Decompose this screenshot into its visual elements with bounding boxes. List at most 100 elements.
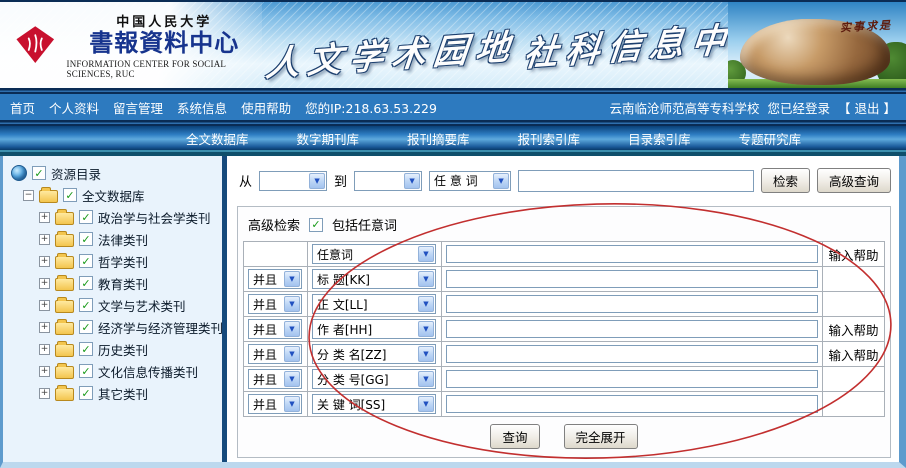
tree-item-label[interactable]: 其它类刊	[98, 384, 148, 403]
folder-icon	[55, 234, 74, 247]
operator-select[interactable]: 并且 ▼	[248, 294, 302, 314]
from-year-select[interactable]: ▼	[259, 171, 327, 191]
field-select[interactable]: 正 文[LL] ▼	[312, 294, 436, 314]
tab-digital-journal-db[interactable]: 数字期刊库	[297, 129, 360, 148]
expand-icon[interactable]: +	[39, 388, 50, 399]
ruc-book-logo-icon	[14, 20, 57, 70]
expand-icon[interactable]: +	[39, 278, 50, 289]
tree-root-label[interactable]: 资源目录	[51, 164, 101, 183]
input-help-link[interactable]: 输入帮助	[823, 342, 885, 367]
checkbox[interactable]: ✓	[79, 276, 93, 290]
tab-fulltext-db[interactable]: 全文数据库	[186, 129, 249, 148]
tree-item-label[interactable]: 政治学与社会学类刊	[98, 208, 211, 227]
field-value-input[interactable]	[446, 270, 818, 288]
checkbox[interactable]: ✓	[79, 364, 93, 378]
field-select[interactable]: 分 类 名[ZZ] ▼	[312, 344, 436, 364]
expand-icon[interactable]: +	[39, 256, 50, 267]
tree-item-row[interactable]: + ✓ 哲学类刊	[9, 250, 222, 272]
tree-item-row[interactable]: + ✓ 经济学与经济管理类刊	[9, 316, 222, 338]
field-value-input[interactable]	[446, 345, 818, 363]
advanced-query-button[interactable]: 高级查询	[817, 168, 891, 193]
check-icon: ✓	[81, 278, 90, 289]
operator-select[interactable]: 并且 ▼	[248, 344, 302, 364]
checkbox[interactable]: ✓	[63, 188, 77, 202]
tree-item-label[interactable]: 历史类刊	[98, 340, 148, 359]
field-select[interactable]: 关 键 词[SS] ▼	[312, 394, 436, 414]
tree-item-label[interactable]: 法律类刊	[98, 230, 148, 249]
checkbox[interactable]: ✓	[79, 232, 93, 246]
tab-index-db[interactable]: 报刊索引库	[518, 129, 581, 148]
logout-link[interactable]: 【 退出 】	[838, 98, 896, 117]
field-select[interactable]: 作 者[HH] ▼	[312, 319, 436, 339]
checkbox[interactable]: ✓	[79, 320, 93, 334]
top-nav-bar: 首页 个人资料 留言管理 系统信息 使用帮助 您的IP:218.63.53.22…	[0, 94, 906, 120]
nav-profile[interactable]: 个人资料	[49, 98, 99, 117]
tree-parent-row[interactable]: − ✓ 全文数据库	[9, 184, 222, 206]
field-value-input[interactable]	[446, 370, 818, 388]
search-button[interactable]: 检索	[761, 168, 810, 193]
tree-item-row[interactable]: + ✓ 文化信息传播类刊	[9, 360, 222, 382]
tree-parent-label[interactable]: 全文数据库	[82, 186, 145, 205]
checkbox[interactable]: ✓	[79, 386, 93, 400]
expand-icon[interactable]: +	[39, 234, 50, 245]
nav-system-info[interactable]: 系统信息	[177, 98, 227, 117]
include-anyword-checkbox[interactable]: ✓	[309, 218, 323, 232]
checkbox[interactable]: ✓	[79, 254, 93, 268]
nav-help[interactable]: 使用帮助	[241, 98, 291, 117]
field-select[interactable]: 标 题[KK] ▼	[312, 269, 436, 289]
chevron-down-icon: ▼	[418, 321, 434, 337]
expand-icon[interactable]: +	[39, 212, 50, 223]
expand-icon[interactable]: +	[39, 300, 50, 311]
field-select[interactable]: 分 类 号[GG] ▼	[312, 369, 436, 389]
field-value-input[interactable]	[446, 245, 818, 263]
chevron-down-icon: ▼	[284, 271, 300, 287]
tab-catalog-index-db[interactable]: 目录索引库	[628, 129, 691, 148]
quick-search-input[interactable]	[518, 170, 754, 192]
tree-item-row[interactable]: + ✓ 其它类刊	[9, 382, 222, 404]
field-value-input[interactable]	[446, 395, 818, 413]
collapse-icon[interactable]: −	[23, 190, 34, 201]
field-value-input[interactable]	[446, 320, 818, 338]
checkbox[interactable]: ✓	[79, 210, 93, 224]
expand-icon[interactable]: +	[39, 322, 50, 333]
tree-item-row[interactable]: + ✓ 政治学与社会学类刊	[9, 206, 222, 228]
tree-item-row[interactable]: + ✓ 法律类刊	[9, 228, 222, 250]
to-year-select[interactable]: ▼	[354, 171, 422, 191]
expand-all-button[interactable]: 完全展开	[564, 424, 638, 449]
logo-text: 中国人民大学 書報資料中心 INFORMATION CENTER FOR SOC…	[67, 11, 262, 78]
operator-select[interactable]: 并且 ▼	[248, 394, 302, 414]
quick-search-bar: 从 ▼ 到 ▼ 任 意 词 ▼ 检索 高级查询	[227, 156, 899, 193]
field-cell: 分 类 名[ZZ] ▼	[308, 342, 442, 367]
checkbox[interactable]: ✓	[79, 342, 93, 356]
checkbox[interactable]: ✓	[79, 298, 93, 312]
tab-topic-research-db[interactable]: 专题研究库	[739, 129, 802, 148]
tree-item-label[interactable]: 文化信息传播类刊	[98, 362, 198, 381]
nav-messages[interactable]: 留言管理	[113, 98, 163, 117]
input-help-cell	[823, 292, 885, 317]
search-field-select[interactable]: 任 意 词 ▼	[429, 171, 511, 191]
tree-item-row[interactable]: + ✓ 教育类刊	[9, 272, 222, 294]
input-help-link[interactable]: 输入帮助	[823, 317, 885, 342]
operator-select[interactable]: 并且 ▼	[248, 319, 302, 339]
checkbox[interactable]: ✓	[32, 166, 46, 180]
tab-abstract-db[interactable]: 报刊摘要库	[407, 129, 470, 148]
input-help-link[interactable]: 输入帮助	[823, 242, 885, 267]
tree-root-row[interactable]: ✓ 资源目录	[9, 162, 222, 184]
field-value-input[interactable]	[446, 295, 818, 313]
tree-item-label[interactable]: 教育类刊	[98, 274, 148, 293]
expand-icon[interactable]: +	[39, 344, 50, 355]
tree-item-row[interactable]: + ✓ 文学与艺术类刊	[9, 294, 222, 316]
query-button[interactable]: 查询	[490, 424, 539, 449]
tree-item-label[interactable]: 经济学与经济管理类刊	[98, 318, 223, 337]
expand-icon[interactable]: +	[39, 366, 50, 377]
operator-cell: 并且 ▼	[244, 317, 308, 342]
operator-select[interactable]: 并且 ▼	[248, 269, 302, 289]
operator-select[interactable]: 并且 ▼	[248, 369, 302, 389]
tree-item-label[interactable]: 哲学类刊	[98, 252, 148, 271]
main-panel: 从 ▼ 到 ▼ 任 意 词 ▼ 检索 高级查询	[227, 156, 899, 462]
chevron-down-icon: ▼	[418, 246, 434, 262]
tree-item-row[interactable]: + ✓ 历史类刊	[9, 338, 222, 360]
tree-item-label[interactable]: 文学与艺术类刊	[98, 296, 186, 315]
nav-home[interactable]: 首页	[10, 98, 35, 117]
field-select[interactable]: 任意词 ▼	[312, 244, 436, 264]
